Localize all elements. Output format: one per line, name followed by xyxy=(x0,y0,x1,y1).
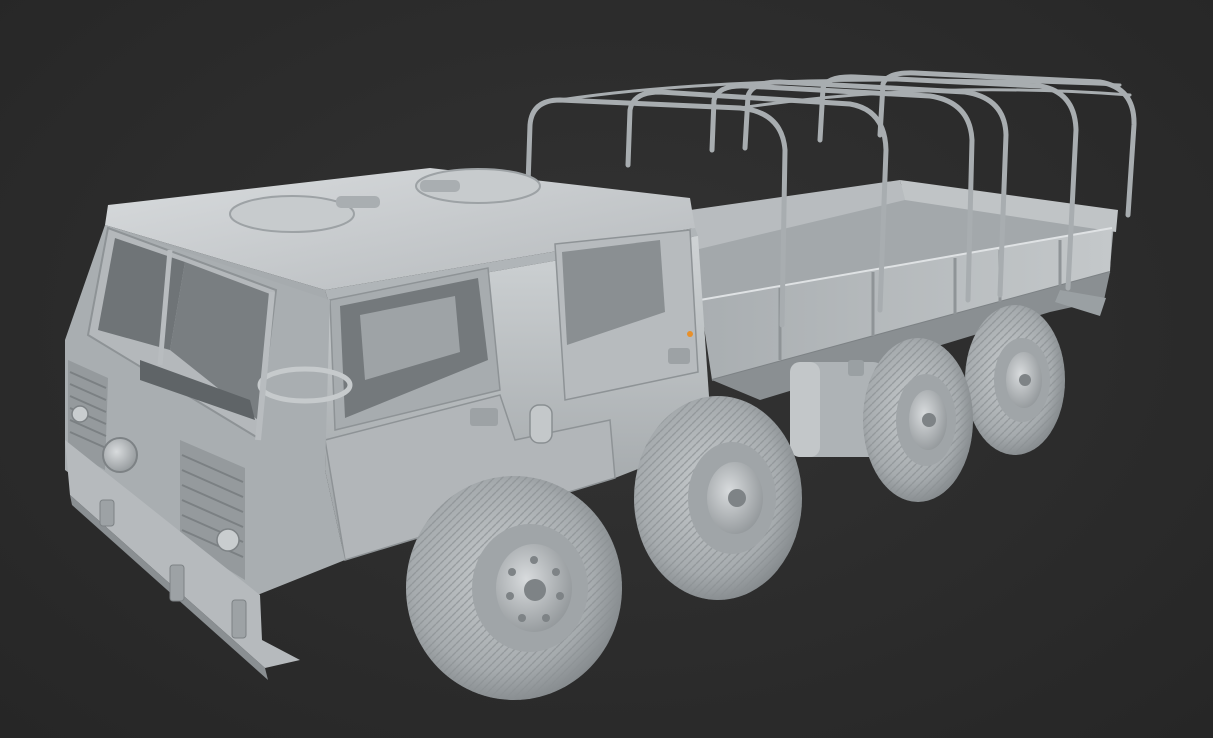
wheel-front-1 xyxy=(406,476,622,700)
origin-marker-icon xyxy=(687,331,693,337)
wheel-rear-1 xyxy=(863,338,973,502)
3d-viewport[interactable] xyxy=(0,0,1213,738)
wheel-rear-2 xyxy=(965,305,1065,455)
headlight xyxy=(102,437,138,473)
truck-render xyxy=(65,70,1137,700)
wheel-front-2 xyxy=(634,396,802,600)
